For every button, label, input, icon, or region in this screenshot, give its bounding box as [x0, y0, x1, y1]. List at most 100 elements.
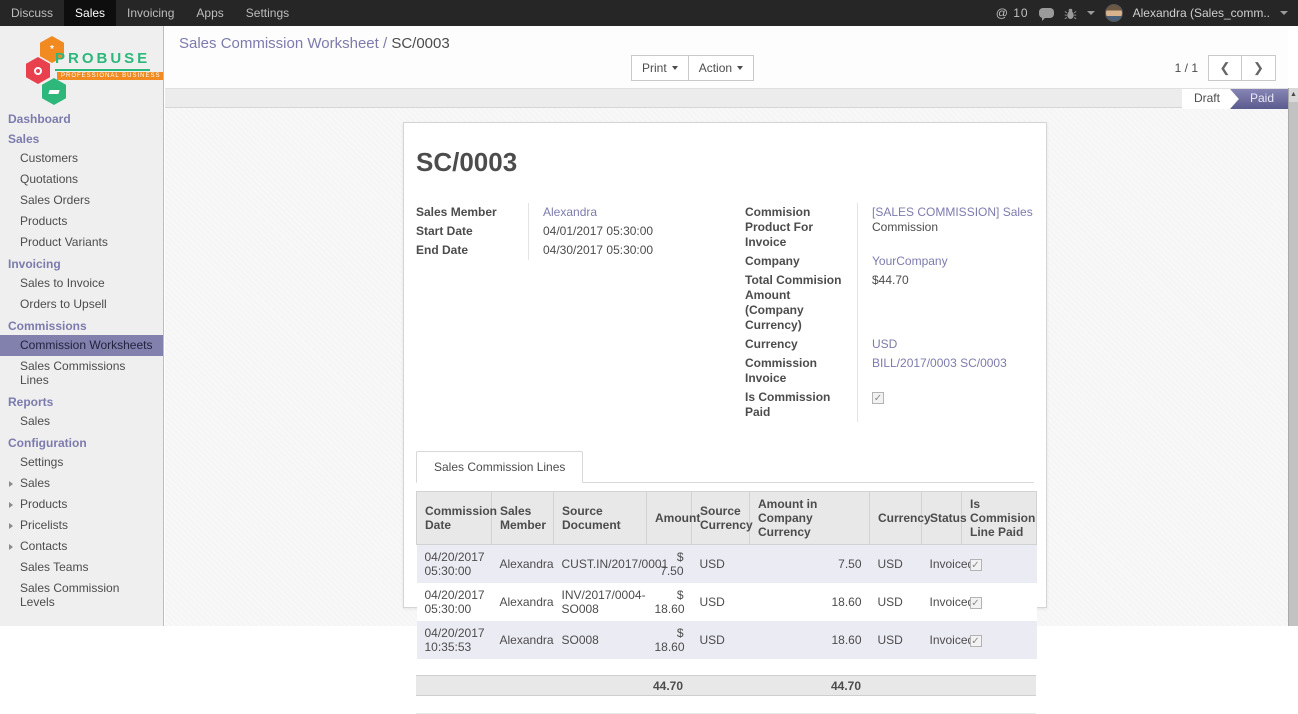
col-source-currency: Source Currency — [692, 492, 750, 545]
sidebar-section-sales[interactable]: Sales — [0, 128, 163, 148]
sidebar-item-commission-worksheets[interactable]: Commission Worksheets — [0, 335, 163, 356]
value-commission-product-link[interactable]: [SALES COMMISSION] Sales — [872, 205, 1033, 219]
print-caret-icon — [672, 66, 678, 70]
commission-lines-table: Commission Date Sales Member Source Docu… — [416, 491, 1037, 659]
value-end-date: 04/30/2017 05:30:00 — [528, 241, 725, 260]
sidebar: * PROBUSE PROFESSIONAL BUSINESS Dashboar… — [0, 26, 164, 626]
record-title: SC/0003 — [416, 147, 1034, 178]
user-menu[interactable]: Alexandra (Sales_comm.. — [1133, 6, 1270, 20]
table-header-row: Commission Date Sales Member Source Docu… — [417, 492, 1037, 545]
is-commission-paid-checkbox: ✓ — [872, 392, 884, 404]
label-total-commission: Total Commision Amount (Company Currency… — [745, 271, 857, 335]
statusbar: Draft Paid — [165, 88, 1288, 108]
sidebar-item-sales-to-invoice[interactable]: Sales to Invoice — [0, 273, 163, 294]
debug-icon[interactable] — [1064, 7, 1077, 20]
value-start-date: 04/01/2017 05:30:00 — [528, 222, 725, 241]
sidebar-item-product-variants[interactable]: Product Variants — [0, 232, 163, 253]
mentions-counter[interactable]: @ 10 — [996, 6, 1029, 20]
field-groups: Sales Member Alexandra Start Date 04/01/… — [416, 203, 1034, 422]
line-paid-checkbox: ✓ — [970, 559, 982, 571]
commission-line-row[interactable]: 04/20/2017 10:35:53 Alexandra SO008 $ 18… — [417, 621, 1037, 659]
label-commission-product: Commision Product For Invoice — [745, 203, 857, 252]
user-menu-caret-icon[interactable] — [1280, 11, 1288, 15]
scroll-up-icon[interactable]: ▲ — [1289, 88, 1298, 102]
user-avatar[interactable] — [1105, 4, 1123, 22]
expand-icon — [9, 544, 13, 550]
table-totals-row: 44.70 44.70 — [416, 675, 1036, 696]
sidebar-item-sales-teams[interactable]: Sales Teams — [0, 557, 163, 578]
expand-icon — [9, 502, 13, 508]
status-draft[interactable]: Draft — [1182, 89, 1238, 109]
sidebar-item-reports-sales[interactable]: Sales — [0, 411, 163, 432]
sidebar-item-products[interactable]: Products — [0, 211, 163, 232]
probuse-logo: * PROBUSE PROFESSIONAL BUSINESS — [0, 34, 163, 108]
messages-icon[interactable] — [1039, 8, 1054, 18]
line-paid-checkbox: ✓ — [970, 635, 982, 647]
value-commission-invoice-link[interactable]: BILL/2017/0003 SC/0003 — [872, 356, 1007, 370]
expand-icon — [9, 481, 13, 487]
control-panel: Sales Commission Worksheet / SC/0003 Pri… — [165, 26, 1288, 88]
col-source-document: Source Document — [554, 492, 647, 545]
action-caret-icon — [737, 66, 743, 70]
value-currency-link[interactable]: USD — [872, 337, 897, 351]
action-button[interactable]: Action — [689, 55, 754, 81]
breadcrumb-separator: / — [383, 35, 387, 52]
field-group-left: Sales Member Alexandra Start Date 04/01/… — [416, 203, 725, 422]
commission-line-row[interactable]: 04/20/2017 05:30:00 Alexandra INV/2017/0… — [417, 583, 1037, 621]
pager-previous-button[interactable]: ❮ — [1208, 55, 1242, 81]
value-company-link[interactable]: YourCompany — [872, 254, 948, 268]
debug-caret-icon[interactable] — [1087, 11, 1095, 15]
sidebar-item-settings[interactable]: Settings — [0, 452, 163, 473]
breadcrumb-parent-link[interactable]: Sales Commission Worksheet — [179, 35, 379, 52]
menu-sales[interactable]: Sales — [64, 0, 116, 26]
label-start-date: Start Date — [416, 222, 528, 241]
value-sales-member-link[interactable]: Alexandra — [543, 205, 597, 219]
pager-next-button[interactable]: ❯ — [1242, 55, 1276, 81]
breadcrumb: Sales Commission Worksheet / SC/0003 — [179, 35, 450, 52]
sidebar-section-commissions[interactable]: Commissions — [0, 315, 163, 335]
sidebar-item-config-pricelists[interactable]: Pricelists — [0, 515, 163, 536]
label-company: Company — [745, 252, 857, 271]
sidebar-section-invoicing[interactable]: Invoicing — [0, 253, 163, 273]
sidebar-section-configuration[interactable]: Configuration — [0, 432, 163, 452]
pager-count: 1 / 1 — [1175, 61, 1198, 75]
total-amount: 44.70 — [611, 679, 683, 693]
pager: 1 / 1 ❮ ❯ — [1175, 55, 1276, 81]
sidebar-item-quotations[interactable]: Quotations — [0, 169, 163, 190]
menu-apps[interactable]: Apps — [185, 0, 234, 26]
menu-invoicing[interactable]: Invoicing — [116, 0, 185, 26]
status-paid: Paid — [1230, 89, 1288, 109]
notebook: Sales Commission Lines Commission Date S… — [416, 450, 1034, 714]
content-area: SC/0003 Sales Member Alexandra Start Dat… — [165, 108, 1288, 626]
col-line-paid: Is Commision Line Paid — [962, 492, 1037, 545]
sidebar-item-sales-orders[interactable]: Sales Orders — [0, 190, 163, 211]
label-is-commission-paid: Is Commission Paid — [745, 388, 857, 422]
print-button[interactable]: Print — [631, 55, 689, 81]
sidebar-item-config-products[interactable]: Products — [0, 494, 163, 515]
logo-title: PROBUSE — [55, 50, 150, 71]
sidebar-section-dashboard[interactable]: Dashboard — [0, 108, 163, 128]
form-sheet: SC/0003 Sales Member Alexandra Start Dat… — [403, 122, 1047, 608]
sidebar-item-sales-commission-levels[interactable]: Sales Commission Levels — [0, 578, 163, 613]
vertical-scrollbar[interactable]: ▲ — [1288, 88, 1298, 626]
label-end-date: End Date — [416, 241, 528, 260]
col-commission-date: Commission Date — [417, 492, 492, 545]
sidebar-item-config-sales[interactable]: Sales — [0, 473, 163, 494]
col-amount: Amount — [647, 492, 692, 545]
expand-icon — [9, 523, 13, 529]
value-commission-product: [SALES COMMISSION] Sales Commission — [857, 203, 1034, 252]
sidebar-item-config-contacts[interactable]: Contacts — [0, 536, 163, 557]
sidebar-item-sales-commissions-lines[interactable]: Sales Commissions Lines — [0, 356, 163, 391]
menu-settings[interactable]: Settings — [235, 0, 300, 26]
commission-line-row[interactable]: 04/20/2017 05:30:00 Alexandra CUST.IN/20… — [417, 545, 1037, 584]
menu-discuss[interactable]: Discuss — [0, 0, 64, 26]
logo-hex-magnifier-icon — [26, 57, 50, 84]
sidebar-section-reports[interactable]: Reports — [0, 391, 163, 411]
value-total-commission: $44.70 — [857, 271, 1034, 335]
sidebar-item-orders-to-upsell[interactable]: Orders to Upsell — [0, 294, 163, 315]
tab-sales-commission-lines[interactable]: Sales Commission Lines — [416, 451, 583, 483]
action-buttons: Print Action — [631, 55, 754, 81]
sidebar-item-customers[interactable]: Customers — [0, 148, 163, 169]
label-commission-invoice: Commission Invoice — [745, 354, 857, 388]
logo-hex-cap-icon — [42, 78, 66, 105]
